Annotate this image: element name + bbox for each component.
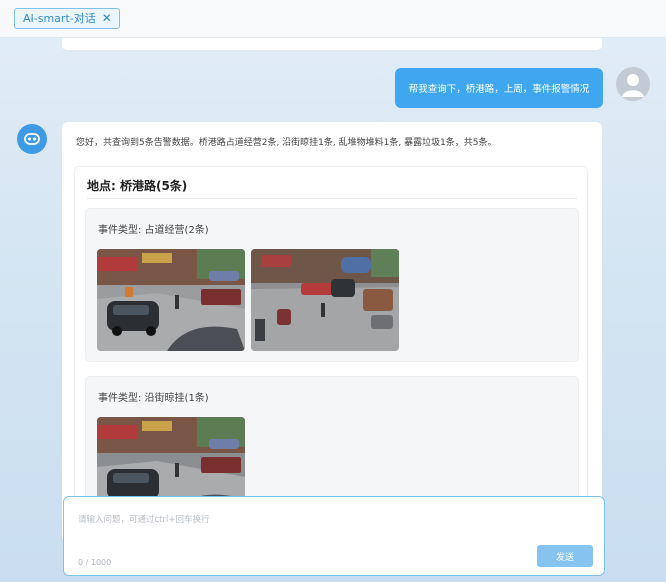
chat-input-box[interactable]: 请输入问题，可通过ctrl+回车换行 0 / 1000 发送 <box>63 496 605 576</box>
ai-response-card: 您好，共查询到5条告警数据。桥港路占道经营2条, 沿街晾挂1条, 乱堆物堆料1条… <box>62 122 602 542</box>
user-icon <box>622 74 644 97</box>
user-message-bubble: 帮我查询下，桥港路，上周，事件报警情况 <box>395 68 603 108</box>
event-group-occupy: 事件类型: 占道经营(2条) <box>85 208 579 362</box>
send-button[interactable]: 发送 <box>537 545 593 567</box>
user-avatar <box>616 67 650 101</box>
event-photo[interactable] <box>97 249 245 351</box>
top-bar: AI-smart-对话 ✕ <box>0 0 666 38</box>
user-message-text: 帮我查询下，桥港路，上周，事件报警情况 <box>408 84 590 95</box>
robot-icon <box>24 133 40 145</box>
chat-input-placeholder[interactable]: 请输入问题，可通过ctrl+回车换行 <box>78 513 210 525</box>
event-photo[interactable] <box>251 249 399 351</box>
location-title: 地点: 桥港路(5条) <box>87 179 188 193</box>
divider <box>87 198 577 199</box>
chat-area[interactable]: 帮我查询下，桥港路，上周，事件报警情况 您好，共查询到5条告警数据。桥港路占道经… <box>0 38 666 582</box>
event-type-label: 事件类型: 沿街晾挂(1条) <box>98 393 209 404</box>
response-summary: 您好，共查询到5条告警数据。桥港路占道经营2条, 沿街晾挂1条, 乱堆物堆料1条… <box>76 138 497 148</box>
location-card: 地点: 桥港路(5条) 事件类型: 占道经营(2条) 事件类型: 沿街晾挂(1条… <box>74 166 588 542</box>
tab-label: AI-smart-对话 <box>23 12 96 25</box>
ai-avatar <box>17 124 47 154</box>
event-type-label: 事件类型: 占道经营(2条) <box>98 225 209 236</box>
previous-message-card <box>62 38 602 52</box>
tab-ai-smart[interactable]: AI-smart-对话 ✕ <box>14 8 120 29</box>
character-counter: 0 / 1000 <box>78 558 112 567</box>
close-icon[interactable]: ✕ <box>102 9 112 28</box>
